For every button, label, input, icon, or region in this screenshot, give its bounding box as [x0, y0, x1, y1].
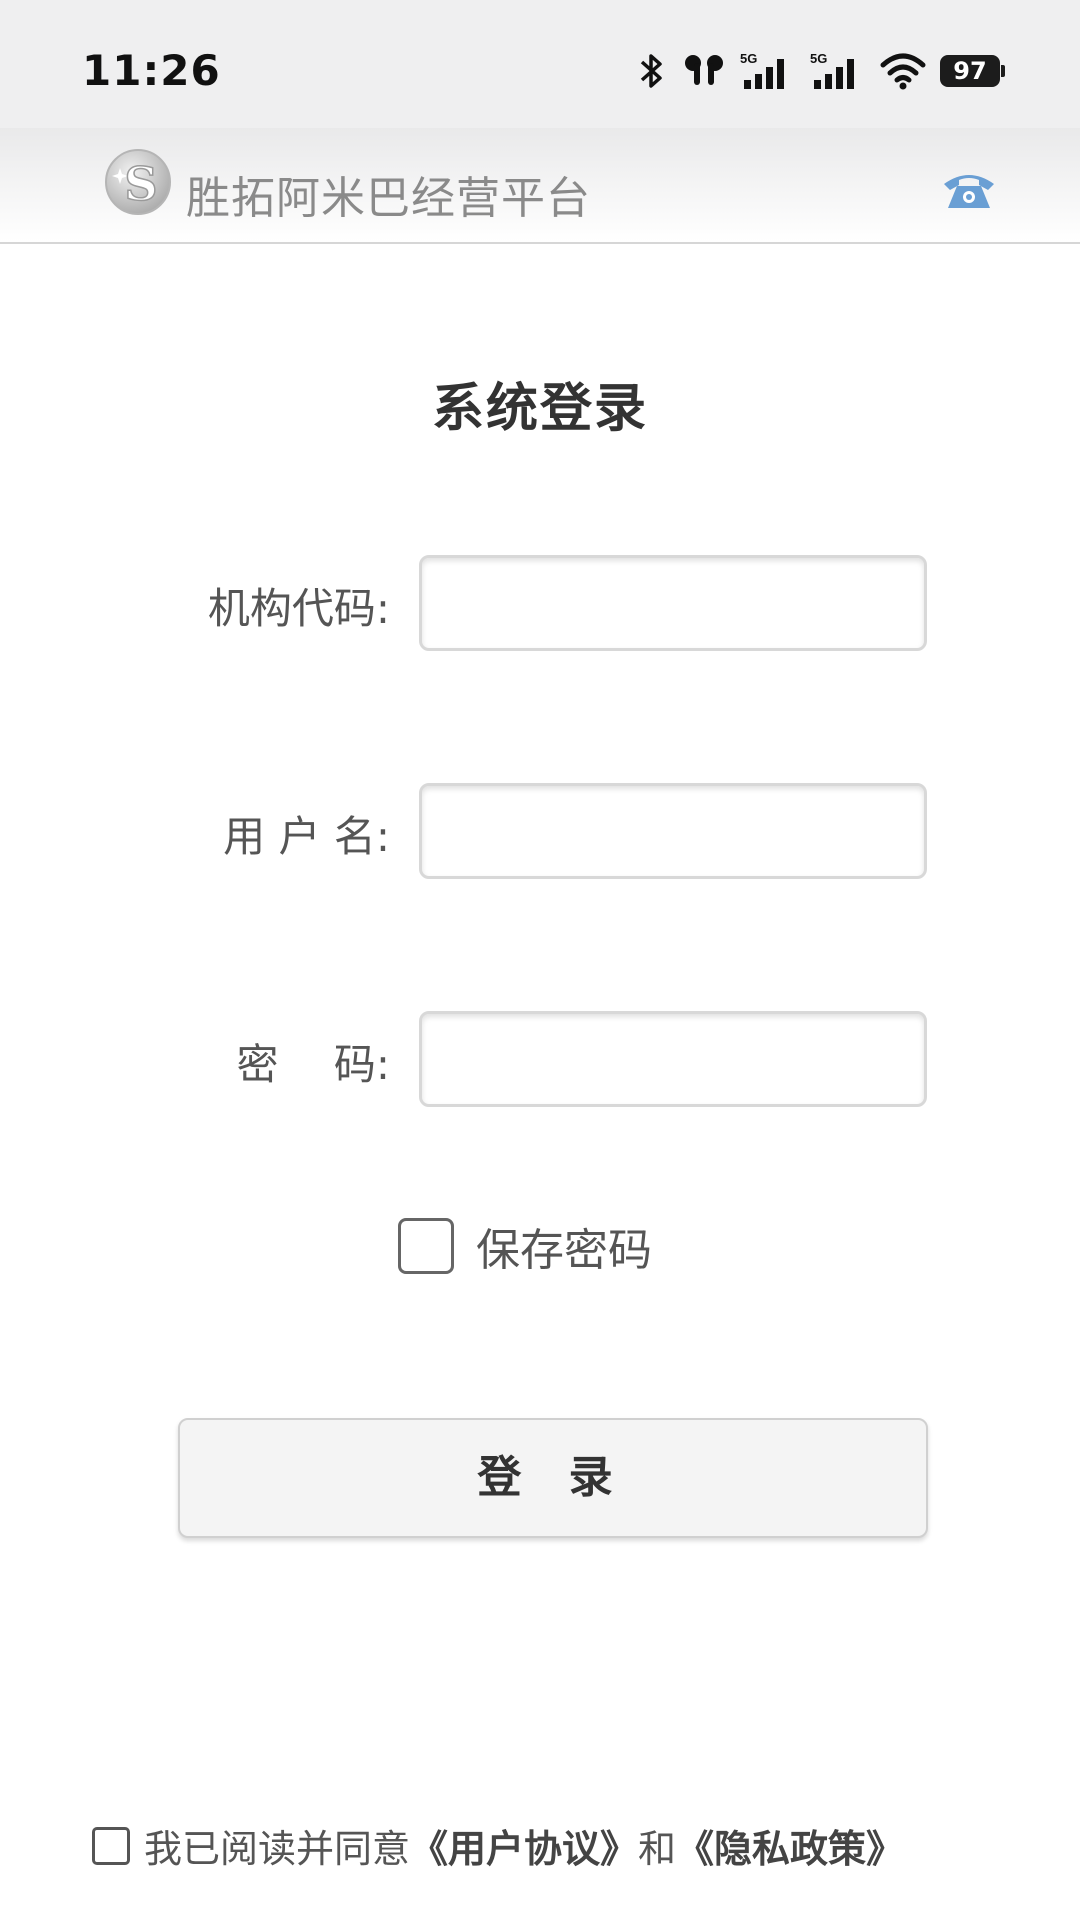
battery-level: 97 — [953, 57, 987, 85]
username-input[interactable] — [419, 783, 927, 879]
agreement-conjunction: 和 — [638, 1827, 677, 1871]
signal-5g-icon-2: 5G — [810, 51, 854, 89]
password-label: 密 码: — [236, 1040, 390, 1089]
password-input[interactable] — [419, 1011, 927, 1107]
save-password-row[interactable]: 保存密码 — [398, 1214, 652, 1278]
app-header: S 胜拓阿米巴经营平台 — [0, 128, 1080, 244]
earbuds-icon — [685, 55, 723, 85]
agreement-prefix: 我已阅读并同意 — [144, 1827, 411, 1871]
app-title: 胜拓阿米巴经营平台 — [186, 173, 591, 224]
wifi-icon — [880, 53, 926, 90]
network-label-2: 5G — [810, 51, 827, 66]
battery-icon: 97 — [940, 55, 1005, 87]
org-code-label: 机构代码: — [207, 584, 390, 633]
agreement-row: 我已阅读并同意 《用户协议》 和 《隐私政策》 — [92, 1818, 904, 1873]
phone-icon[interactable] — [942, 168, 996, 210]
status-icons: 5G 5G 97 — [636, 48, 1005, 94]
username-label: 用 户 名: — [223, 812, 390, 861]
save-password-checkbox[interactable] — [398, 1218, 454, 1274]
org-code-input[interactable] — [419, 555, 927, 651]
logo-letter: S — [124, 157, 157, 211]
save-password-label[interactable]: 保存密码 — [476, 1214, 652, 1278]
signal-5g-icon-1: 5G — [740, 51, 784, 89]
network-label-1: 5G — [740, 51, 757, 66]
bluetooth-icon — [640, 54, 662, 88]
status-bar: 11:26 5G 5G 97 — [0, 0, 1080, 128]
login-button[interactable]: 登 录 — [178, 1418, 928, 1538]
user-agreement-link[interactable]: 《用户协议》 — [410, 1818, 638, 1873]
privacy-policy-link[interactable]: 《隐私政策》 — [676, 1818, 904, 1873]
page-title: 系统登录 — [431, 379, 648, 439]
agreement-checkbox[interactable] — [92, 1826, 130, 1865]
status-time: 11:26 — [82, 46, 221, 95]
app-logo-icon: S — [105, 149, 171, 215]
